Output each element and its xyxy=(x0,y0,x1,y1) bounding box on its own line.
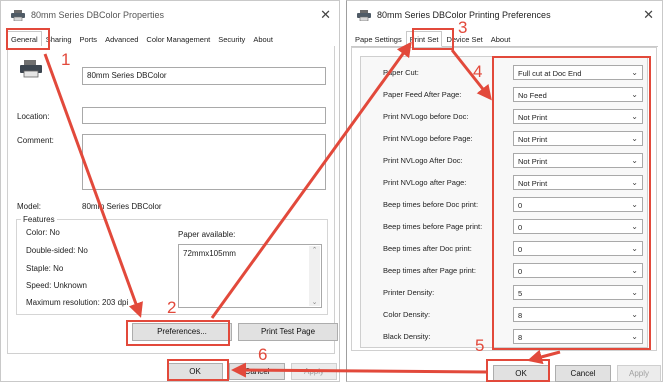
arrow-1-to-2 xyxy=(43,53,143,318)
arrow-3-to-4 xyxy=(450,49,492,101)
arrow-2-to-3 xyxy=(210,41,412,319)
annotation-arrows xyxy=(43,41,561,378)
arrow-5-to-6 xyxy=(231,362,487,378)
arrow-4-to-5 xyxy=(527,349,561,365)
